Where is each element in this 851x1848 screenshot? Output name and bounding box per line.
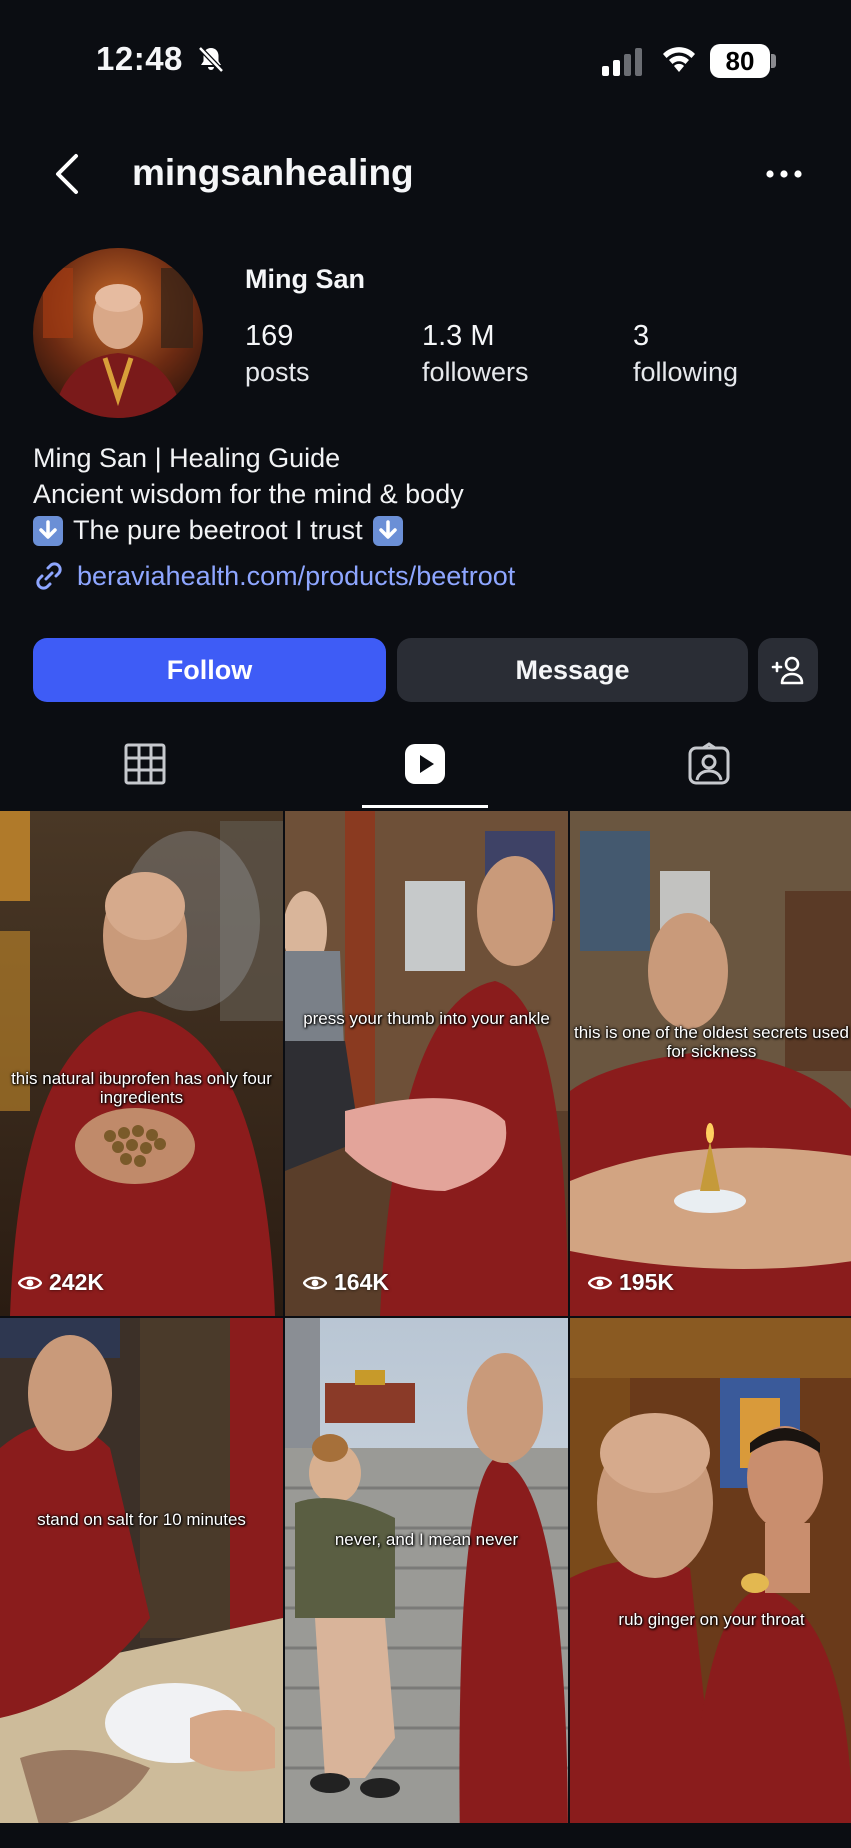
reel-caption: stand on salt for 10 minutes: [37, 1510, 246, 1529]
avatar[interactable]: [33, 248, 203, 418]
tagged-icon[interactable]: [687, 742, 731, 786]
reel-views: 195K: [588, 1269, 674, 1296]
profile-link[interactable]: beraviahealth.com/products/beetroot: [33, 560, 515, 592]
eye-icon: [303, 1276, 327, 1289]
reel-views-count: 195K: [619, 1269, 674, 1295]
reel-views-count: 164K: [334, 1269, 389, 1295]
posts-count[interactable]: 169: [245, 320, 293, 353]
status-bar: 12:48 80: [0, 0, 851, 120]
status-time: 12:48: [96, 40, 183, 77]
suggested-users-button[interactable]: [758, 638, 818, 702]
bio-line-1: Ming San | Healing Guide: [33, 443, 341, 473]
followers-count[interactable]: 1.3 M: [422, 320, 495, 353]
reel-thumbnail[interactable]: press your thumb into your ankle 164K: [285, 811, 568, 1316]
bell-off-icon: [198, 46, 224, 73]
add-user-icon: [771, 656, 804, 685]
reel-caption: this natural ibuprofen has only four ing…: [11, 1069, 272, 1107]
reel-views-count: 242K: [49, 1269, 104, 1295]
reel-thumbnail[interactable]: never, and I mean never: [285, 1318, 568, 1823]
reels-icon[interactable]: [403, 742, 447, 786]
eye-icon: [588, 1276, 612, 1289]
grid-icon[interactable]: [123, 742, 167, 786]
arrow-down-icon: [33, 515, 63, 546]
reel-caption: this is one of the oldest secrets used f…: [574, 1023, 849, 1061]
display-name: Ming San: [245, 264, 365, 294]
posts-label[interactable]: posts: [245, 357, 310, 388]
link-icon: [36, 562, 62, 590]
bio-line-3-text: The pure beetroot I trust: [73, 515, 363, 545]
following-count[interactable]: 3: [633, 320, 649, 353]
reel-caption: rub ginger on your throat: [618, 1610, 805, 1629]
reel-thumbnail[interactable]: this natural ibuprofen has only four ing…: [0, 811, 283, 1316]
battery-icon: 80: [710, 44, 770, 78]
bio-line-2: Ancient wisdom for the mind & body: [33, 479, 464, 509]
message-button[interactable]: Message: [397, 638, 748, 702]
battery-tip: [771, 54, 776, 68]
more-horizontal-icon[interactable]: [764, 164, 804, 184]
chevron-left-icon[interactable]: [50, 152, 86, 196]
followers-label[interactable]: followers: [422, 357, 529, 388]
profile-link-text: beraviahealth.com/products/beetroot: [77, 560, 516, 591]
reel-caption: never, and I mean never: [334, 1530, 519, 1549]
reels-grid: this natural ibuprofen has only four ing…: [0, 811, 851, 1848]
signal-icon: [602, 48, 642, 76]
reel-views: 242K: [18, 1269, 104, 1296]
arrow-down-icon: [372, 515, 403, 546]
profile-username: mingsanhealing: [132, 152, 414, 193]
wifi-icon: [663, 47, 695, 72]
reel-views: 164K: [303, 1269, 389, 1296]
following-label[interactable]: following: [633, 357, 738, 388]
reel-thumbnail[interactable]: rub ginger on your throat: [570, 1318, 851, 1823]
reel-thumbnail[interactable]: stand on salt for 10 minutes: [0, 1318, 283, 1823]
bio-line-3: The pure beetroot I trust: [33, 515, 403, 546]
eye-icon: [18, 1276, 42, 1289]
reel-caption: press your thumb into your ankle: [303, 1009, 550, 1028]
follow-button[interactable]: Follow: [33, 638, 386, 702]
reel-thumbnail[interactable]: this is one of the oldest secrets used f…: [570, 811, 851, 1316]
active-tab-indicator: [362, 805, 488, 808]
